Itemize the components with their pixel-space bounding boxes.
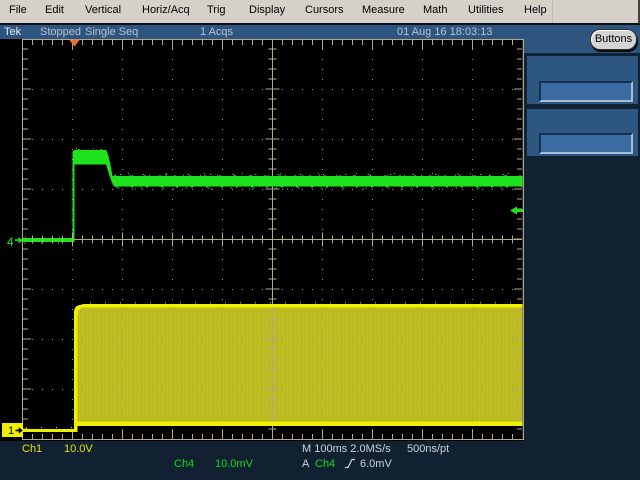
svg-text:1: 1 (8, 425, 14, 437)
svg-text:4: 4 (7, 235, 14, 249)
